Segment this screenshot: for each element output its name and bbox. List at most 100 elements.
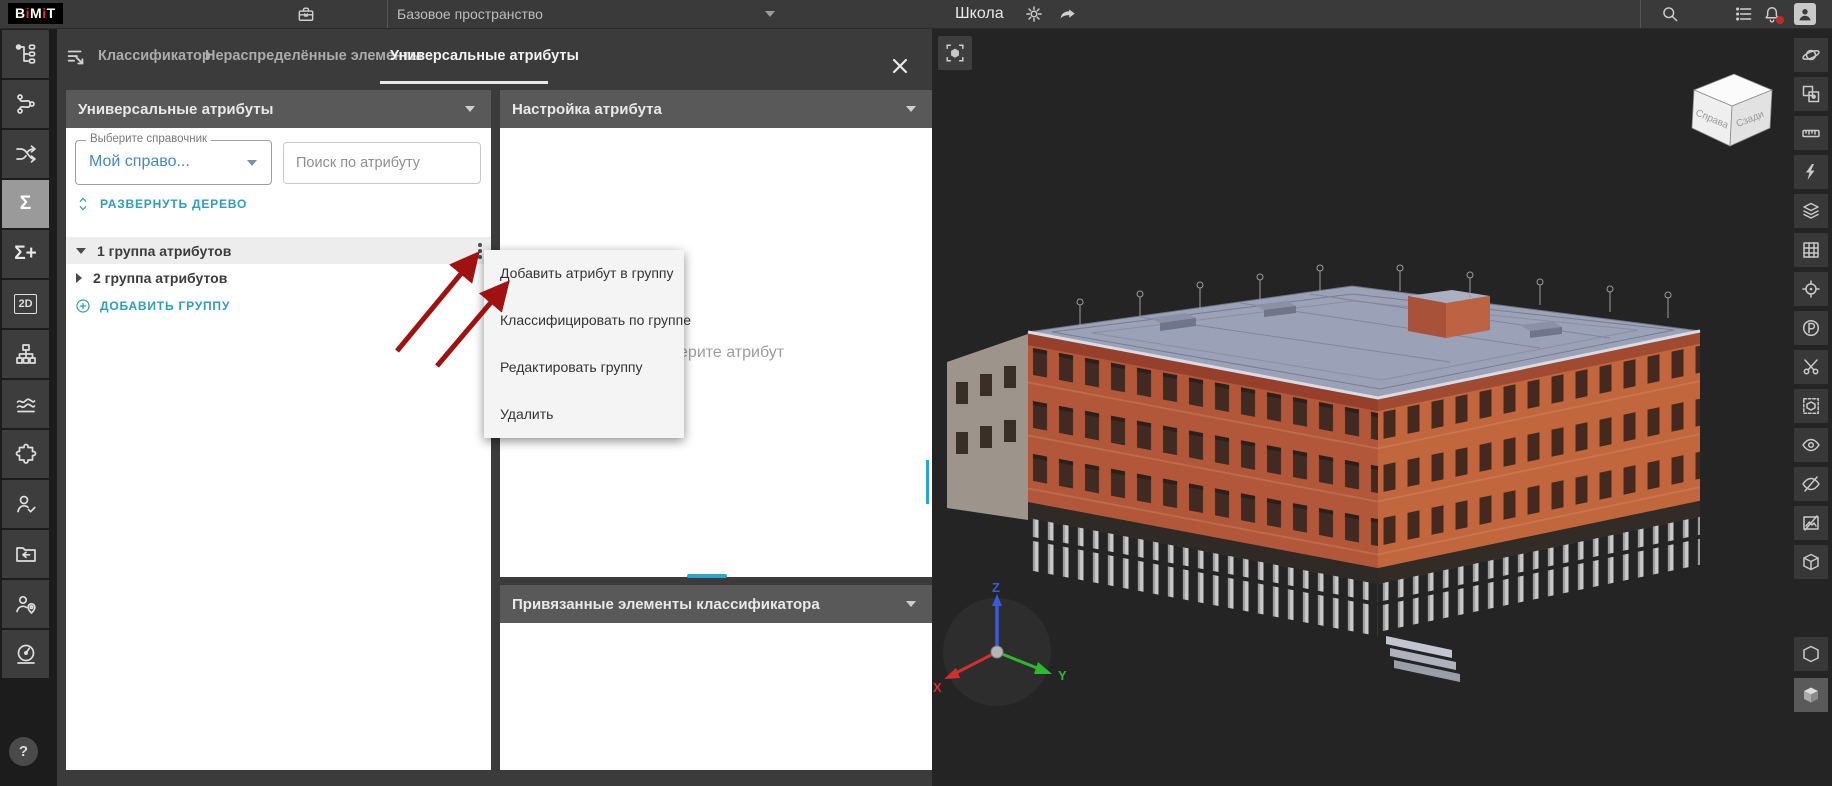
project-name: Школа [955, 5, 1004, 23]
viewport-3d[interactable]: Справа Сзади Z X Y [932, 28, 1832, 786]
tab-universal-attributes[interactable]: Универсальные атрибуты [390, 28, 579, 84]
linked-elements-body [500, 623, 932, 770]
share-icon[interactable] [1056, 3, 1080, 25]
axis-y-label: Y [1058, 668, 1067, 683]
tree-group-label: 1 группа атрибутов [97, 243, 231, 259]
menu-item-classify-by-group[interactable]: Классифицировать по группе [484, 297, 684, 344]
logo-letter: B [15, 5, 26, 21]
close-icon[interactable] [890, 56, 910, 76]
model-layers-icon[interactable] [1794, 194, 1828, 228]
person-location-icon[interactable] [2, 580, 49, 628]
list-menu-icon[interactable] [1732, 3, 1756, 25]
menu-item-add-attribute[interactable]: Добавить атрибут в группу [484, 250, 684, 297]
relations-icon[interactable] [2, 80, 49, 128]
tree-group-label: 2 группа атрибутов [93, 270, 227, 286]
logo-letter: T [47, 5, 56, 21]
reference-select[interactable]: Выберите справочник Мой справо... [75, 140, 272, 185]
orbit-icon[interactable] [1794, 38, 1828, 72]
isolate-selection-icon[interactable] [1794, 77, 1828, 111]
panel-title: Настройка атрибута [512, 101, 662, 118]
universal-attributes-panel: Универсальные атрибуты Выберите справочн… [66, 90, 491, 770]
collapse-chevron-icon [906, 601, 916, 607]
measure-ruler-icon[interactable] [1794, 116, 1828, 150]
reference-select-value: Мой справо... [89, 153, 190, 171]
attribute-search-input[interactable] [283, 142, 481, 184]
grid-table-icon[interactable] [1794, 233, 1828, 267]
add-group-button[interactable]: ДОБАВИТЬ ГРУППУ [75, 298, 230, 314]
hide-eye-off-icon[interactable] [1794, 467, 1828, 501]
export-folder-icon[interactable] [2, 530, 49, 578]
axis-x-label: X [933, 680, 942, 695]
window-tabbar: Классификатор Нераспределённые элементы … [57, 28, 932, 84]
section-box-icon[interactable] [1794, 545, 1828, 579]
chevron-down-icon [765, 11, 775, 17]
tree-collapsed-caret-icon[interactable] [76, 273, 82, 283]
panel-title: Универсальные атрибуты [78, 101, 273, 118]
attribute-search [283, 142, 481, 184]
projects-briefcase-icon[interactable] [294, 3, 318, 25]
help-button[interactable]: ? [9, 737, 38, 766]
notifications-bell-icon[interactable] [1760, 3, 1784, 25]
panel-toggle-icon[interactable] [65, 45, 89, 69]
expand-tree-button[interactable]: РАЗВЕРНУТЬ ДЕРЕВО [75, 196, 247, 212]
stairs [1386, 636, 1460, 682]
approvals-person-check-icon[interactable] [2, 480, 49, 528]
clip-box-icon[interactable] [1794, 389, 1828, 423]
expand-tree-label: РАЗВЕРНУТЬ ДЕРЕВО [100, 197, 247, 211]
sigma-plus-icon: Σ+ [14, 243, 37, 265]
panel-header[interactable]: Настройка атрибута [500, 90, 932, 128]
active-cube-icon[interactable] [1794, 678, 1828, 712]
chevron-down-icon [247, 160, 257, 166]
menu-item-delete[interactable]: Удалить [484, 391, 684, 438]
tree-expanded-caret-icon[interactable] [76, 248, 86, 254]
panel-resize-handle[interactable] [687, 574, 727, 578]
workspace-select[interactable]: Базовое пространство [397, 0, 775, 28]
search-icon[interactable] [1658, 3, 1682, 25]
panel-resize-handle-vertical[interactable] [926, 460, 929, 504]
clash-lightning-icon[interactable] [1794, 155, 1828, 189]
add-group-label: ДОБАВИТЬ ГРУППУ [100, 299, 230, 313]
notification-badge [1776, 16, 1784, 24]
tree-group-2[interactable]: 2 группа атрибутов [66, 264, 491, 291]
axis-z-label: Z [992, 580, 1000, 595]
sheets-2d-icon[interactable]: 2D [2, 280, 49, 328]
topbar-divider [387, 0, 388, 28]
2d-doc-icon: 2D [14, 294, 36, 314]
workspace-label: Базовое пространство [397, 6, 543, 22]
menu-item-edit-group[interactable]: Редактировать группу [484, 344, 684, 391]
plus-circle-icon [75, 298, 91, 314]
classifier-tree-icon[interactable] [2, 30, 49, 78]
view-toolbar [1794, 28, 1830, 786]
section-cut-icon[interactable] [1794, 350, 1828, 384]
universal-attributes-icon[interactable]: Σ [2, 180, 49, 228]
logo-letter: M [30, 5, 42, 21]
tab-classifier[interactable]: Классификатор [98, 28, 211, 84]
attribute-sets-icon[interactable]: Σ+ [2, 230, 49, 278]
panel-title: Привязанные элементы классификатора [512, 596, 820, 613]
viewcube: Справа Сзади [1692, 74, 1772, 146]
building-model[interactable]: Справа Сзади Z X Y [932, 28, 1832, 786]
collapse-chevron-icon [465, 106, 475, 112]
model-cube-icon[interactable] [1794, 637, 1828, 671]
panel-header[interactable]: Универсальные атрибуты [66, 90, 491, 128]
sigma-icon: Σ [20, 193, 31, 215]
shuffle-icon[interactable] [2, 130, 49, 178]
structure-icon[interactable] [2, 330, 49, 378]
image-off-icon[interactable] [1794, 506, 1828, 540]
expand-collapse-icon [75, 196, 91, 212]
charts-icon[interactable] [2, 380, 49, 428]
account-icon[interactable] [1794, 3, 1816, 25]
left-toolbar: Σ Σ+ 2D ? [0, 28, 57, 786]
group-context-menu: Добавить атрибут в группу Классифицирова… [484, 250, 684, 438]
gear-icon[interactable] [1022, 3, 1046, 25]
axes-gizmo: Z X Y [933, 580, 1067, 706]
dashboard-gauge-icon[interactable] [2, 630, 49, 678]
plugins-puzzle-icon[interactable] [2, 430, 49, 478]
show-eye-icon[interactable] [1794, 428, 1828, 462]
tree-group-1[interactable]: 1 группа атрибутов [66, 237, 491, 264]
panel-header[interactable]: Привязанные элементы классификатора [500, 585, 932, 623]
app-logo[interactable]: BiMiT [8, 3, 63, 24]
plans-icon[interactable] [1794, 311, 1828, 345]
topbar: BiMiT Базовое пространство Школа [0, 0, 1832, 29]
locate-target-icon[interactable] [1794, 272, 1828, 306]
